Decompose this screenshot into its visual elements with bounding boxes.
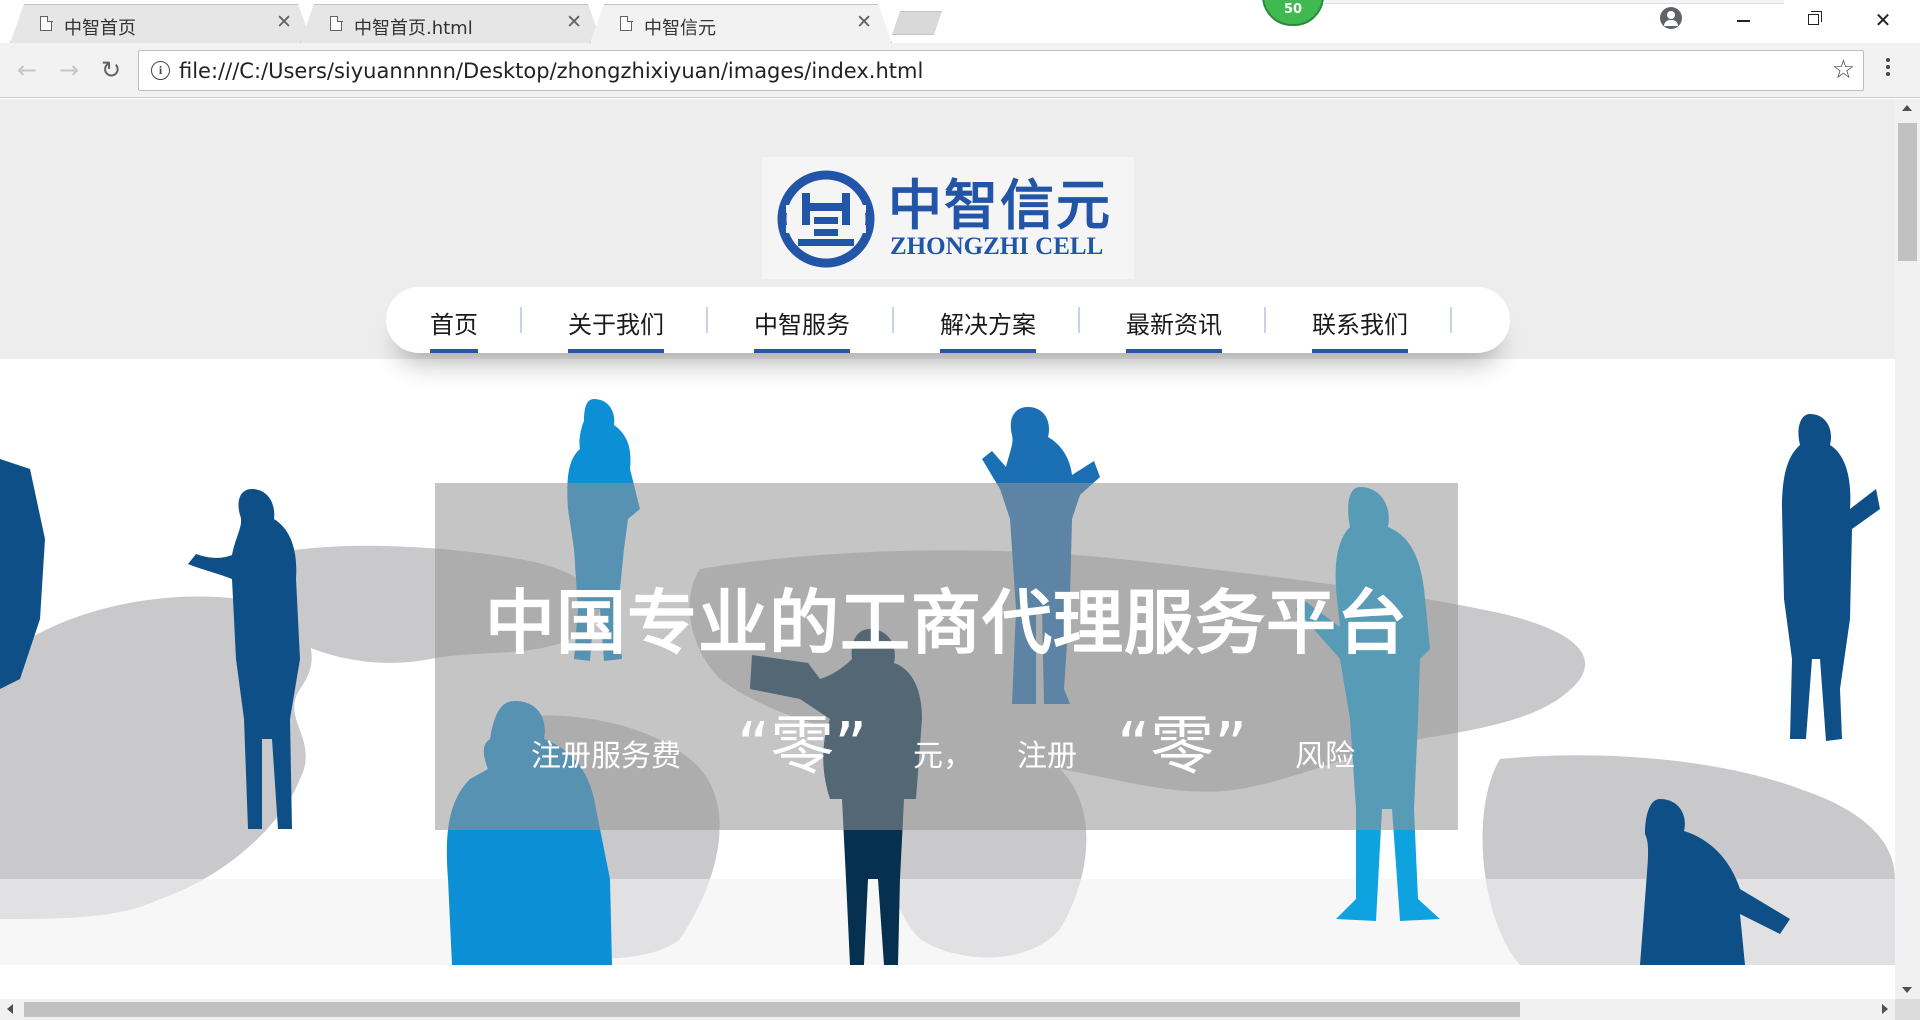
document-icon [330, 15, 343, 31]
vertical-scrollbar[interactable] [1895, 99, 1920, 999]
nav-label: 首页 [430, 311, 478, 339]
nav-underline [568, 349, 664, 353]
tab-title: 中智首页 [64, 18, 136, 39]
site-logo[interactable]: 中智信元 ZHONGZHI CELL [762, 157, 1134, 279]
account-icon[interactable] [1660, 7, 1682, 29]
nav-divider [520, 307, 522, 333]
nav-underline [430, 349, 478, 353]
restore-button[interactable] [1780, 0, 1846, 40]
hero-banner: 中国专业的工商代理服务平台 注册服务费 “零” 元， 注册 “零” 风险 [0, 359, 1895, 965]
nav-label: 关于我们 [568, 311, 664, 339]
hero-sub-text-2: 元， [913, 739, 973, 774]
hero-headline: 中国专业的工商代理服务平台 [485, 582, 1408, 664]
nav-divider [1264, 307, 1266, 333]
tab-strip: 中智首页 ✕ 中智首页.html ✕ 中智信元 ✕ 50 ✕ [0, 0, 1920, 43]
nav-divider [1078, 307, 1080, 333]
hero-overlay: 中国专业的工商代理服务平台 注册服务费 “零” 元， 注册 “零” 风险 [435, 483, 1458, 830]
scroll-thumb[interactable] [24, 1002, 1520, 1017]
main-nav: 首页 关于我们 中智服务 解决方案 最新资讯 联系我们 [386, 287, 1510, 353]
scrollbar-corner [1895, 999, 1920, 1020]
page-viewport: 中智信元 ZHONGZHI CELL 首页 关于我们 中智服务 解决方案 最新资… [0, 99, 1895, 999]
nav-divider [892, 307, 894, 333]
nav-underline [754, 349, 850, 353]
nav-label: 最新资讯 [1126, 311, 1222, 339]
document-icon [40, 15, 53, 31]
minimize-button[interactable] [1710, 0, 1776, 40]
star-icon[interactable]: ☆ [1832, 55, 1855, 85]
hero-sub-text-1: 注册服务费 [531, 739, 681, 774]
forward-arrow-icon[interactable]: → [52, 53, 86, 87]
close-icon[interactable]: ✕ [566, 13, 582, 32]
tab-1[interactable]: 中智首页 ✕ [10, 4, 312, 43]
tab-3-active[interactable]: 中智信元 ✕ [590, 4, 892, 43]
nav-label: 解决方案 [940, 311, 1036, 339]
document-icon [620, 15, 633, 31]
info-icon[interactable]: i [151, 61, 170, 80]
tab-2[interactable]: 中智首页.html ✕ [300, 4, 602, 43]
tab-title: 中智信元 [644, 18, 716, 39]
back-arrow-icon[interactable]: ← [10, 53, 44, 87]
scroll-right-icon[interactable] [1882, 1004, 1888, 1014]
nav-underline [1312, 349, 1408, 353]
nav-underline [940, 349, 1036, 353]
nav-label: 中智服务 [754, 311, 850, 339]
scroll-thumb[interactable] [1898, 123, 1917, 261]
nav-divider [706, 307, 708, 333]
hero-sub-text-3: 注册 [1017, 739, 1077, 774]
close-icon[interactable]: ✕ [856, 13, 872, 32]
browser-toolbar: ← → ↻ i file:///C:/Users/siyuannnnn/Desk… [0, 43, 1920, 98]
hero-sub-text-4: 风险 [1295, 739, 1355, 774]
nav-divider [1450, 307, 1452, 333]
logo-chinese-text: 中智信元 [888, 174, 1112, 237]
tab-title: 中智首页.html [354, 18, 473, 39]
nav-underline [1126, 349, 1222, 353]
address-url[interactable]: file:///C:/Users/siyuannnnn/Desktop/zhon… [179, 59, 923, 83]
nav-label: 联系我们 [1312, 311, 1408, 339]
address-bar[interactable]: i file:///C:/Users/siyuannnnn/Desktop/zh… [138, 50, 1864, 91]
hero-zero-2: “零” [1117, 710, 1248, 784]
close-icon[interactable]: ✕ [276, 13, 292, 32]
horizontal-scrollbar[interactable] [0, 999, 1895, 1020]
site-header: 中智信元 ZHONGZHI CELL 首页 关于我们 中智服务 解决方案 最新资… [0, 99, 1895, 359]
hero-zero-1: “零” [737, 710, 868, 784]
reload-icon[interactable]: ↻ [94, 53, 128, 87]
scroll-up-icon[interactable] [1902, 105, 1912, 111]
three-dots-menu-icon[interactable] [1883, 55, 1893, 85]
scroll-down-icon[interactable] [1902, 987, 1912, 993]
logo-emblem-icon [777, 170, 875, 268]
logo-english-text: ZHONGZHI CELL [890, 233, 1104, 260]
new-tab-button[interactable] [892, 11, 942, 35]
scroll-left-icon[interactable] [7, 1004, 13, 1014]
close-window-button[interactable]: ✕ [1850, 0, 1916, 40]
extension-badge[interactable]: 50 [1262, 0, 1324, 26]
